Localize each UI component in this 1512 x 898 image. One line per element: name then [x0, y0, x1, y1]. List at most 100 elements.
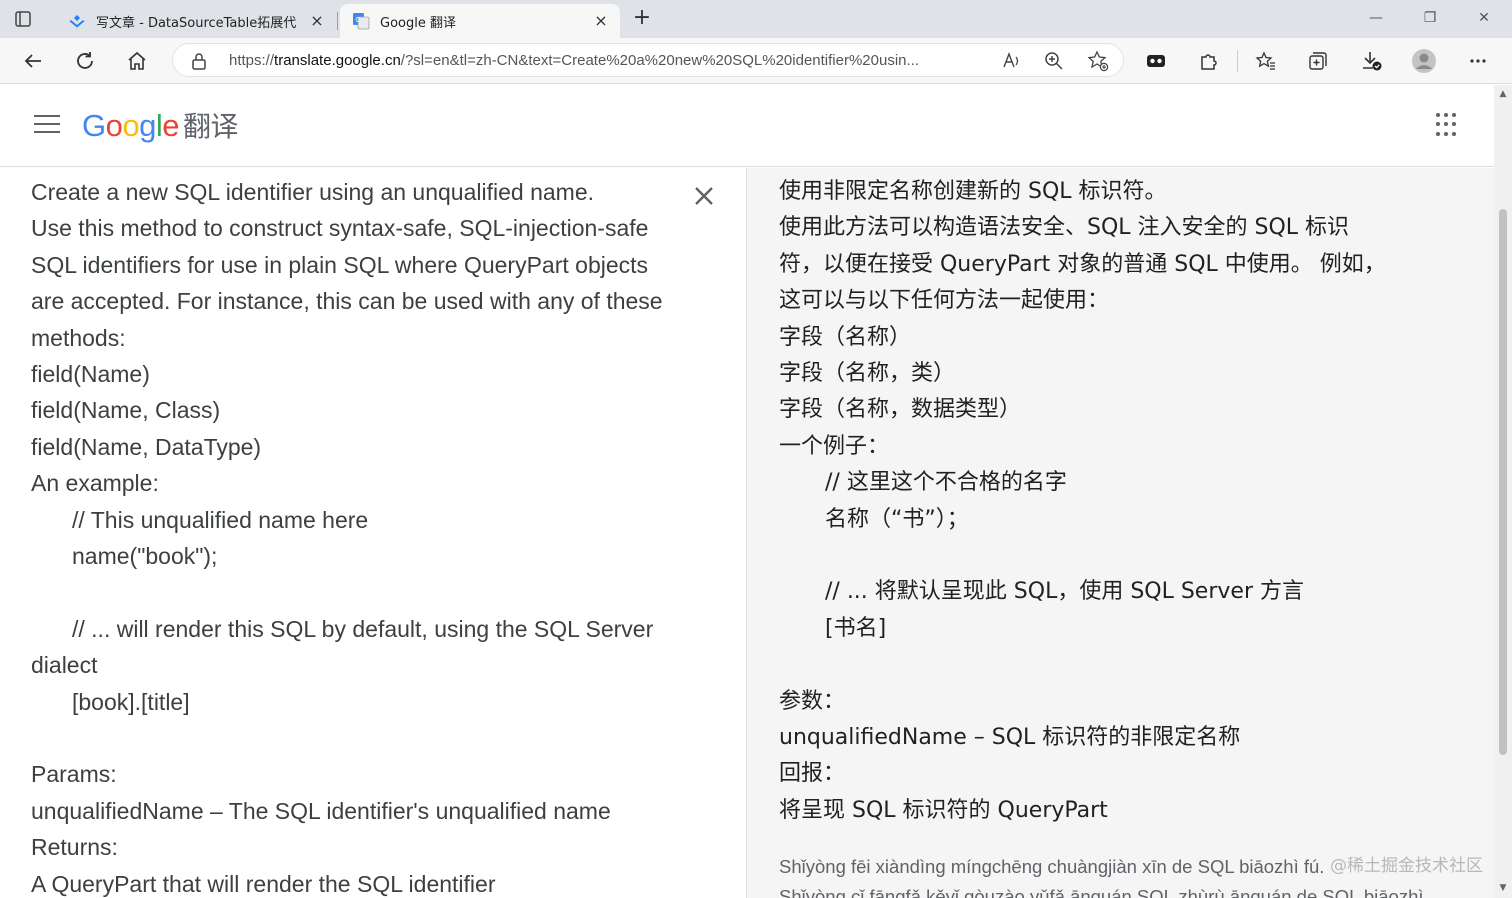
text-line: unqualifiedName – SQL 标识符的非限定名称: [779, 725, 1241, 751]
text-line: name("book");: [72, 543, 218, 570]
translation-pane: 使用非限定名称创建新的 SQL 标识符。 使用此方法可以构造语法安全、SQL 注入…: [746, 168, 1494, 898]
avatar-icon: [1412, 49, 1436, 73]
google-translate-page: Google 翻译 Create a new SQL identifier usi…: [0, 85, 1494, 898]
menu-line: [34, 123, 60, 125]
apps-dot: [1452, 131, 1456, 136]
toolbar-divider: [1237, 50, 1238, 72]
tab-actions-button[interactable]: [12, 8, 34, 30]
new-tab-button[interactable]: +: [630, 7, 654, 30]
text-line: 字段（名称）: [779, 324, 912, 350]
logo-letter: e: [162, 108, 180, 143]
main-menu-button[interactable]: [34, 115, 60, 135]
text-line: dialect: [31, 652, 98, 679]
text-line: 回报：: [779, 761, 846, 787]
source-text-input[interactable]: Create a new SQL identifier using an unq…: [31, 174, 691, 898]
source-pane[interactable]: Create a new SQL identifier using an unq…: [0, 168, 745, 898]
url-scheme: https://: [229, 52, 275, 69]
tab-close-button[interactable]: ×: [308, 12, 326, 30]
restore-button[interactable]: ❐: [1416, 6, 1444, 30]
juejin-favicon-icon: [69, 15, 85, 28]
collections-icon: [1309, 52, 1327, 70]
text-line: An example:: [31, 470, 159, 497]
tab-close-button[interactable]: ×: [592, 12, 610, 30]
minimize-button[interactable]: —: [1362, 6, 1390, 30]
text-line: 字段（名称，数据类型）: [779, 397, 1022, 423]
read-aloud-button[interactable]: [1001, 50, 1023, 72]
text-line: field(Name, DataType): [31, 433, 262, 460]
favorites-button[interactable]: [1253, 48, 1279, 74]
url-path: /?sl=en&tl=zh-CN&text=Create%20a%20new%2…: [400, 52, 920, 69]
home-button[interactable]: [124, 48, 150, 74]
text-line: Returns:: [31, 834, 118, 861]
lock-icon: [192, 53, 206, 70]
collections-button[interactable]: [1305, 48, 1331, 74]
text-line: // ... 将默认呈现此 SQL，使用 SQL Server 方言: [825, 579, 1304, 605]
text-line: SQL identifiers for use in plain SQL whe…: [31, 251, 649, 278]
romanization-line: Shǐyòng cǐ fāngfǎ kěyǐ gòuzào yǔfǎ ānquá…: [779, 886, 1424, 898]
url-text[interactable]: https://translate.google.cn/?sl=en&tl=zh…: [229, 52, 989, 69]
zoom-icon: [1045, 52, 1063, 70]
text-line: Params:: [31, 761, 117, 788]
watermark: @稀土掘金技术社区: [1330, 856, 1483, 876]
close-window-button[interactable]: ✕: [1470, 6, 1498, 30]
text-line: 将呈现 SQL 标识符的 QueryPart: [779, 797, 1108, 823]
extensions-button[interactable]: [1196, 48, 1222, 74]
apps-dot: [1444, 131, 1448, 136]
close-icon: [695, 187, 713, 205]
translation-output: 使用非限定名称创建新的 SQL 标识符。 使用此方法可以构造语法安全、SQL 注入…: [779, 174, 1419, 829]
clear-source-button[interactable]: [690, 182, 718, 210]
scroll-down-arrow[interactable]: ▼: [1498, 883, 1508, 893]
tab-datasource[interactable]: 写文章 - DataSourceTable拓展代 ×: [56, 4, 336, 38]
zoom-button[interactable]: [1043, 50, 1065, 72]
logo-letter: g: [139, 108, 156, 143]
text-line: [book].[title]: [72, 688, 190, 715]
text-line: 这可以与以下任何方法一起使用：: [779, 288, 1110, 314]
google-apps-button[interactable]: [1436, 113, 1460, 137]
text-line: 一个例子：: [779, 433, 890, 459]
tab-title: 写文章 - DataSourceTable拓展代: [96, 15, 297, 31]
text-line: 字段（名称，类）: [779, 361, 956, 387]
back-button[interactable]: [20, 48, 46, 74]
text-line: 参数：: [779, 688, 846, 714]
text-line: methods:: [31, 324, 126, 351]
text-line: // This unqualified name here: [72, 506, 369, 533]
extension-mask-icon: [1147, 55, 1165, 67]
text-line: unqualifiedName – The SQL identifier's u…: [31, 797, 611, 824]
refresh-icon: [77, 52, 93, 69]
address-bar[interactable]: https://translate.google.cn/?sl=en&tl=zh…: [172, 43, 1124, 77]
text-line: Create a new SQL identifier using an unq…: [31, 179, 594, 205]
logo-letter: G: [82, 108, 106, 143]
text-line: A QueryPart that will render the SQL ide…: [31, 870, 496, 897]
apps-dot: [1436, 131, 1440, 136]
download-icon: [1363, 52, 1382, 71]
home-icon: [128, 51, 146, 70]
add-favorite-icon: [1087, 50, 1109, 72]
scroll-up-arrow[interactable]: ▲: [1498, 89, 1508, 99]
favorite-button[interactable]: [1087, 50, 1109, 72]
text-line: 符，以便在接受 QueryPart 对象的普通 SQL 中使用。 例如，: [779, 251, 1386, 277]
settings-more-button[interactable]: [1465, 48, 1491, 74]
page-scrollbar[interactable]: ▲ ▼: [1494, 85, 1512, 898]
text-line: field(Name, Class): [31, 397, 221, 424]
translate-header: Google 翻译: [0, 85, 1494, 167]
profile-button[interactable]: [1411, 48, 1437, 74]
tab-actions-icon: [15, 11, 31, 27]
apps-dot: [1444, 113, 1448, 117]
menu-line: [34, 131, 60, 133]
extension-button[interactable]: [1143, 48, 1169, 74]
downloads-button[interactable]: [1359, 48, 1385, 74]
scrollbar-thumb[interactable]: [1499, 209, 1507, 755]
tab-google-translate[interactable]: G Google 翻译 ×: [340, 4, 620, 38]
apps-dot: [1436, 113, 1440, 117]
apps-dot: [1452, 113, 1456, 117]
text-line: 名称（“书”）；: [825, 506, 969, 532]
text-line: Use this method to construct syntax-safe…: [31, 215, 649, 242]
google-translate-favicon-icon: G: [353, 13, 370, 30]
google-translate-logo[interactable]: Google 翻译: [82, 105, 239, 145]
refresh-button[interactable]: [72, 48, 98, 74]
apps-dot: [1444, 122, 1448, 127]
text-line: // ... will render this SQL by default, …: [72, 615, 654, 642]
browser-toolbar: https://translate.google.cn/?sl=en&tl=zh…: [0, 38, 1512, 84]
text-line: [31, 574, 691, 610]
text-line: [书名]: [825, 615, 887, 641]
